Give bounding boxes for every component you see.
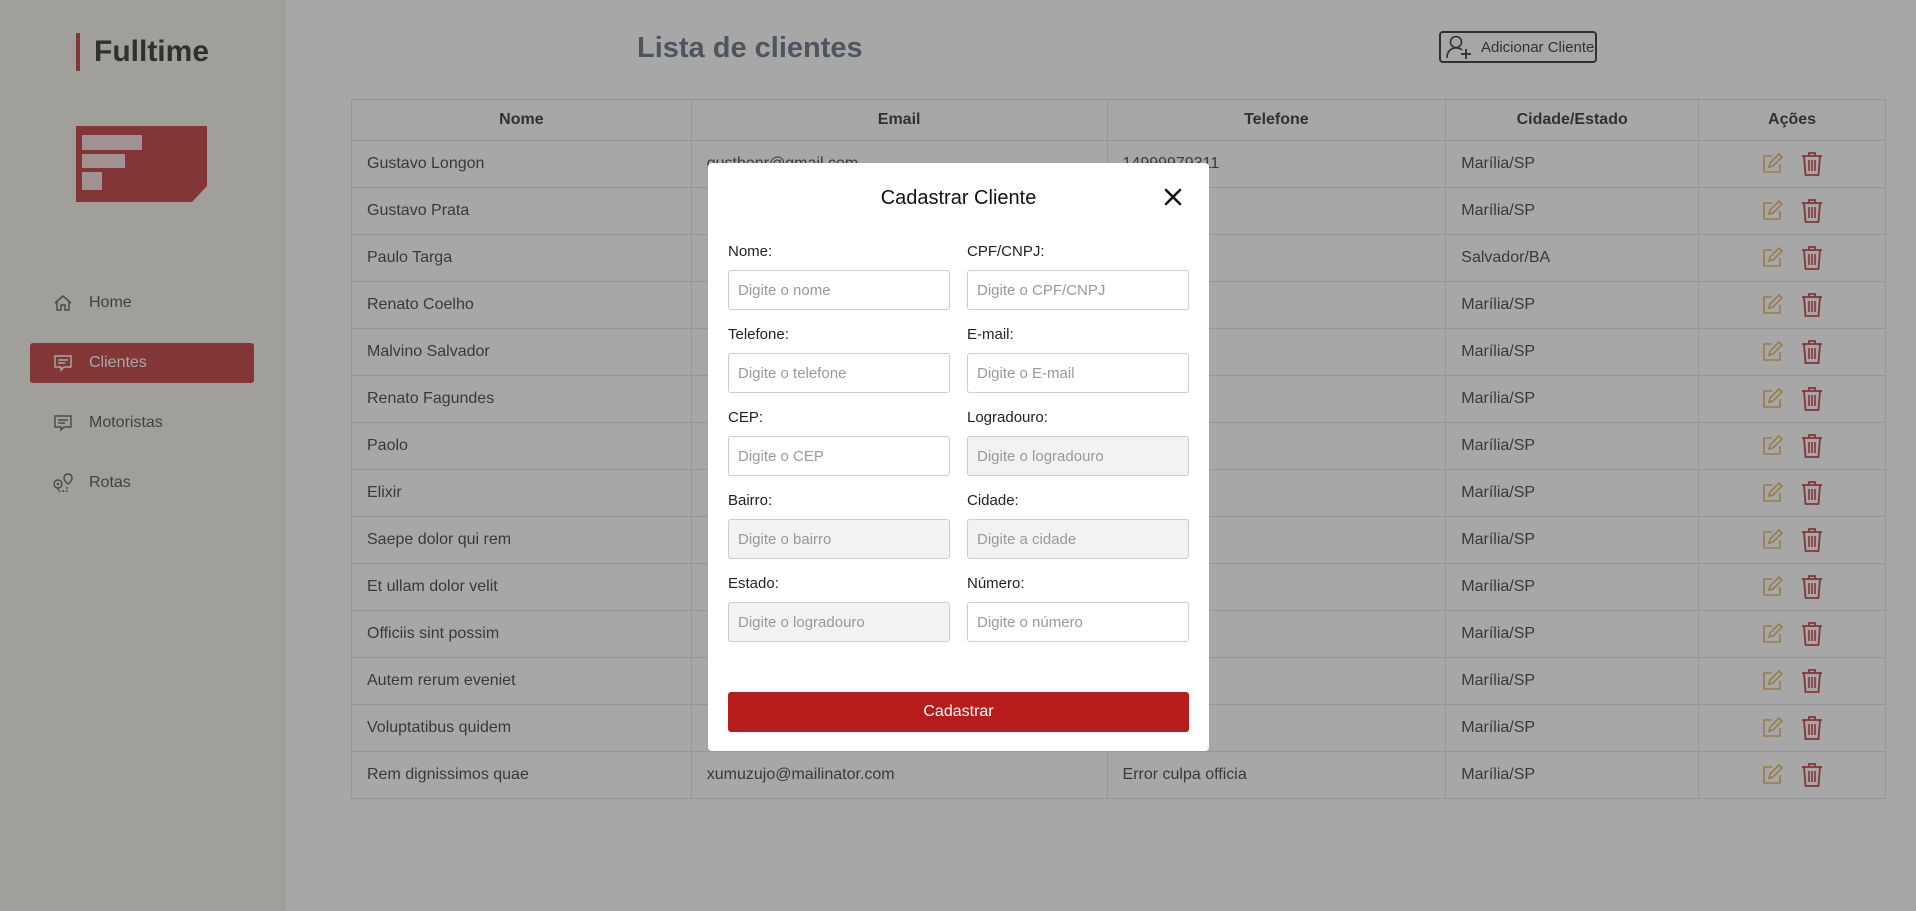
nome-input[interactable] <box>728 270 950 310</box>
modal-title: Cadastrar Cliente <box>880 187 1037 209</box>
telefone-input[interactable] <box>728 353 950 393</box>
logradouro-input[interactable] <box>967 436 1189 476</box>
client-form: Nome: CPF/CNPJ: Telefone: E-mail: CEP: <box>728 243 1189 658</box>
cpf-input[interactable] <box>967 270 1189 310</box>
cidade-input[interactable] <box>967 519 1189 559</box>
telefone-label: Telefone: <box>728 326 789 343</box>
close-icon[interactable] <box>1161 185 1185 209</box>
email-input[interactable] <box>967 353 1189 393</box>
numero-label: Número: <box>967 575 1025 592</box>
cidade-label: Cidade: <box>967 492 1019 509</box>
cadastrar-button[interactable]: Cadastrar <box>728 692 1189 732</box>
logradouro-label: Logradouro: <box>967 409 1048 426</box>
email-label: E-mail: <box>967 326 1014 343</box>
bairro-label: Bairro: <box>728 492 773 509</box>
estado-label: Estado: <box>728 575 779 592</box>
cep-input[interactable] <box>728 436 950 476</box>
cpf-label: CPF/CNPJ: <box>967 243 1045 260</box>
estado-input[interactable] <box>728 602 950 642</box>
cep-label: CEP: <box>728 409 764 426</box>
nome-label: Nome: <box>728 243 773 260</box>
numero-input[interactable] <box>967 602 1189 642</box>
register-client-modal: Cadastrar Cliente Nome: CPF/CNPJ: Telefo… <box>708 163 1209 751</box>
bairro-input[interactable] <box>728 519 950 559</box>
